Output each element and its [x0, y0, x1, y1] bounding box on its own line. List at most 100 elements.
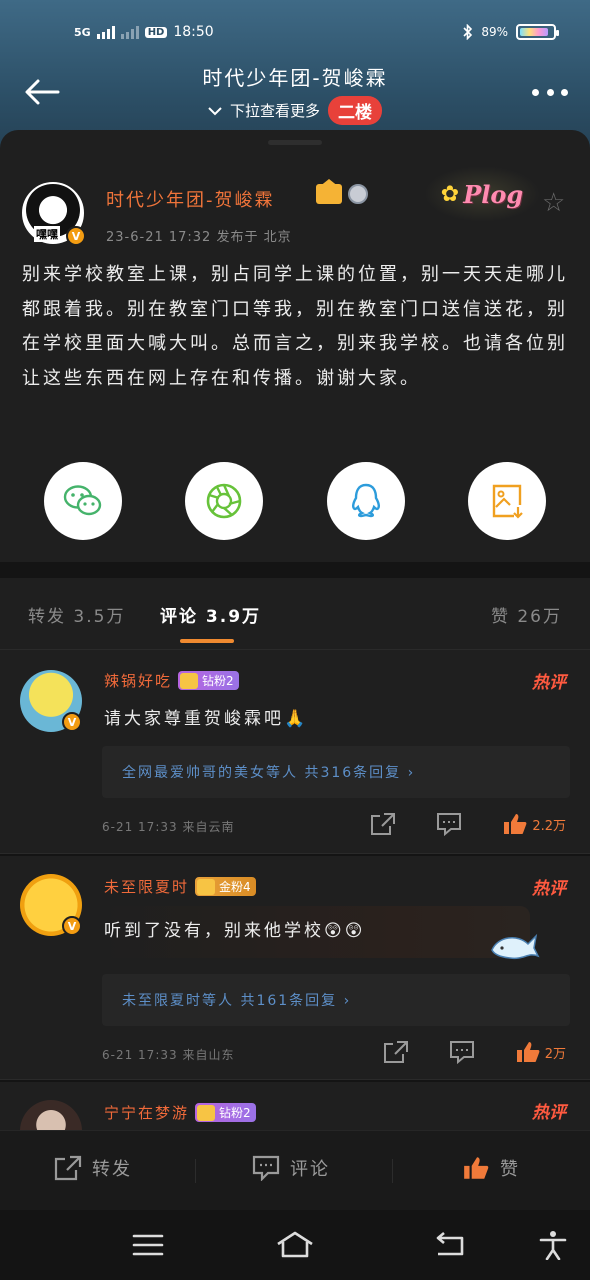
replies-summary-text: 未至限夏时等人 共161条回复: [122, 993, 338, 1009]
commenter-name-text: 辣锅好吃: [104, 672, 173, 690]
whale-sticker-icon: [491, 933, 540, 960]
comment-actions: 2.2万: [370, 812, 566, 836]
comment-meta: 6-21 17:33 来自云南: [102, 820, 235, 834]
comment-text: 听到了没有，别来他学校😲😲: [104, 916, 365, 941]
divider: [0, 853, 590, 854]
accessibility-icon[interactable]: [533, 1230, 573, 1260]
commenter-avatar[interactable]: [20, 1100, 82, 1130]
share-out-icon[interactable]: [383, 1040, 409, 1064]
post-body: 别来学校教室上课，别占同学上课的位置，别一天天走哪儿都跟着我。别在教室门口等我，…: [22, 264, 568, 389]
fan-level-text: 金粉4: [219, 880, 251, 894]
comment-label: 评论: [290, 1159, 330, 1180]
author-name[interactable]: 时代少年团-贺峻霖: [106, 186, 275, 212]
comment-meta: 6-21 17:33 来自山东: [102, 1048, 235, 1062]
member-crown-icon[interactable]: [316, 179, 342, 204]
comment-actions: 2万: [383, 1040, 566, 1064]
active-tab-indicator: [180, 639, 234, 643]
author-badges: [316, 179, 368, 204]
plog-sticker[interactable]: ✿ Plog: [424, 166, 540, 222]
fan-level-badge[interactable]: 金粉4: [195, 877, 256, 896]
tab-comments[interactable]: 评论 3.9万: [160, 602, 261, 627]
save-image-button[interactable]: [467, 462, 546, 540]
comment-item[interactable]: V 未至限夏时 金粉4 热评 听到了没有，别来他学校😲😲 未至限夏时等人 共16…: [0, 856, 590, 1080]
signal-icon: [96, 25, 115, 39]
share-wechat-button[interactable]: [44, 462, 122, 540]
thumbs-up-icon: [504, 814, 527, 834]
commenter-name[interactable]: 辣锅好吃 钻粉2: [104, 670, 239, 691]
verified-badge: V: [62, 712, 82, 732]
status-right: 89%: [463, 24, 559, 40]
status-bar: 5G HD 18:50 89%: [0, 18, 590, 48]
favorite-star-icon[interactable]: ☆: [542, 188, 565, 218]
crown-icon: [197, 878, 216, 895]
commenter-name-text: 未至限夏时: [104, 878, 190, 896]
crown-icon: [180, 672, 199, 689]
comment-text: 请大家尊重贺峻霖吧🙏: [104, 704, 308, 729]
replies-summary[interactable]: 全网最爱帅哥的美女等人 共316条回复 ›: [102, 746, 570, 798]
system-nav-bar: [0, 1210, 590, 1280]
divider: [392, 1159, 393, 1183]
chevron-right-icon: ›: [407, 765, 416, 781]
share-out-icon[interactable]: [370, 812, 396, 836]
menu-icon[interactable]: [128, 1230, 168, 1260]
sheet-grabber[interactable]: [268, 140, 322, 145]
avatar-caption: 嘿嘿: [34, 226, 60, 242]
medal-icon[interactable]: [348, 184, 368, 204]
like-button[interactable]: 赞: [462, 1155, 520, 1181]
hot-comment-tag: 热评: [532, 1103, 566, 1123]
comment-like-button[interactable]: 2.2万: [502, 812, 566, 836]
floor-badge[interactable]: 二楼: [328, 96, 382, 125]
status-left: 5G HD 18:50: [74, 24, 214, 40]
reply-comment-icon[interactable]: [449, 1040, 475, 1064]
pray-emoji: 🙏: [284, 709, 309, 729]
thumbs-up-icon: [464, 1157, 489, 1179]
commenter-name-text: 宁宁在梦游: [104, 1104, 190, 1122]
comment-text-body: 请大家尊重贺峻霖吧: [104, 709, 284, 729]
bottom-action-bar: 转发 评论 赞: [0, 1130, 590, 1210]
chevron-down-icon: [208, 106, 222, 115]
verified-badge: V: [66, 226, 86, 246]
plog-text: Plog: [463, 179, 524, 209]
bluetooth-icon: [463, 24, 473, 40]
fan-level-text: 钻粉2: [202, 674, 234, 688]
fan-level-text: 钻粉2: [219, 1106, 251, 1120]
save-image-icon: [492, 484, 523, 519]
battery-icon: [516, 24, 559, 40]
tab-repost[interactable]: 转发 3.5万: [28, 602, 125, 627]
reply-comment-icon[interactable]: [436, 812, 462, 836]
comment-item[interactable]: V 辣锅好吃 钻粉2 热评 请大家尊重贺峻霖吧🙏 全网最爱帅哥的美女等人 共31…: [0, 650, 590, 854]
back-nav-icon[interactable]: [430, 1230, 470, 1260]
pull-hint-text: 下拉查看更多: [229, 102, 320, 120]
commenter-name[interactable]: 未至限夏时 金粉4: [104, 876, 256, 897]
repost-button[interactable]: 转发: [54, 1155, 132, 1181]
pull-down-hint[interactable]: 下拉查看更多 二楼: [0, 96, 590, 125]
chevron-right-icon: ›: [343, 993, 352, 1009]
divider: [0, 1079, 590, 1080]
replies-summary-text: 全网最爱帅哥的美女等人 共316条回复: [122, 765, 402, 781]
comment-like-button[interactable]: 2万: [515, 1040, 566, 1064]
comment-like-count: 2.2万: [532, 818, 566, 834]
comment-text-body: 听到了没有，别来他学校: [104, 921, 324, 941]
comment-item[interactable]: 宁宁在梦游 钻粉2 热评: [0, 1082, 590, 1130]
replies-summary[interactable]: 未至限夏时等人 共161条回复 ›: [102, 974, 570, 1026]
share-qq-button[interactable]: [326, 462, 405, 540]
home-icon[interactable]: [275, 1230, 315, 1260]
share-moments-button[interactable]: [185, 462, 264, 540]
comment-button[interactable]: 评论: [252, 1155, 330, 1181]
fan-level-badge[interactable]: 钻粉2: [195, 1103, 256, 1122]
fan-level-badge[interactable]: 钻粉2: [178, 671, 239, 690]
tab-likes[interactable]: 赞 26万: [491, 602, 562, 627]
hot-comment-tag: 热评: [532, 673, 566, 693]
battery-percent: 89%: [481, 25, 508, 39]
commenter-name[interactable]: 宁宁在梦游 钻粉2: [104, 1102, 256, 1123]
network-type: 5G: [74, 25, 91, 39]
like-label: 赞: [500, 1159, 520, 1180]
status-time: 18:50: [173, 24, 214, 40]
moments-icon: [207, 483, 242, 519]
hot-comment-tag: 热评: [532, 879, 566, 899]
share-row: [44, 462, 546, 540]
more-options-button[interactable]: [532, 86, 568, 98]
hd-icon: HD: [144, 26, 168, 38]
thumbs-up-icon: [516, 1042, 540, 1062]
post-meta: 23-6-21 17:32 发布于 北京: [106, 230, 292, 245]
